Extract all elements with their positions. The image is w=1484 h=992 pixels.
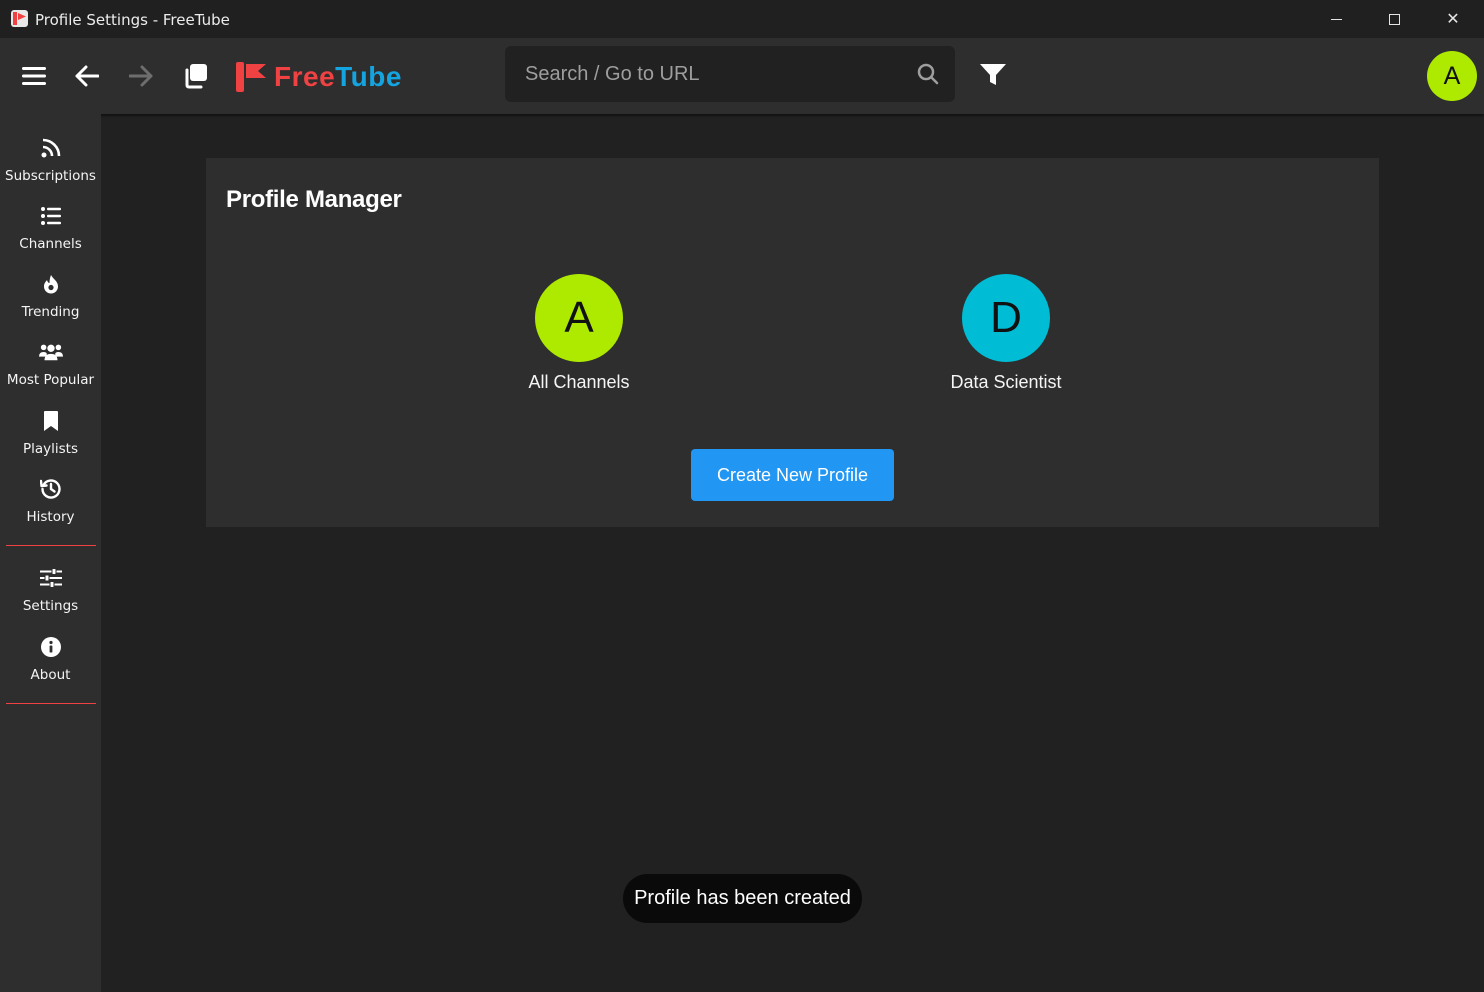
search-icon[interactable] <box>917 63 939 85</box>
arrow-left-icon <box>75 65 99 87</box>
sidebar-item-history[interactable]: History <box>0 467 101 531</box>
profile-avatar-button[interactable]: A <box>1427 51 1477 101</box>
logo-text-tube: Tube <box>335 61 402 92</box>
create-new-profile-button[interactable]: Create New Profile <box>691 449 894 501</box>
sidebar-item-trending[interactable]: Trending <box>0 262 101 326</box>
info-icon <box>39 635 63 659</box>
minimize-icon <box>1330 18 1342 20</box>
logo-text-free: Free <box>274 61 336 92</box>
hamburger-icon <box>22 67 46 85</box>
freetube-logo[interactable]: FreeTube <box>234 60 402 94</box>
toast-message: Profile has been created <box>634 887 851 909</box>
fire-icon <box>39 272 63 296</box>
profile-all-channels[interactable]: A All Channels <box>479 274 679 393</box>
profile-name: All Channels <box>528 372 630 392</box>
toast-notification[interactable]: Profile has been created <box>623 874 862 923</box>
users-icon <box>38 340 63 364</box>
sidebar-divider <box>6 545 96 546</box>
page-title: Profile Manager <box>226 186 402 213</box>
sidebar-item-label: Playlists <box>22 441 78 457</box>
avatar-letter: A <box>564 293 594 342</box>
sidebar-item-label: Most Popular <box>6 372 95 388</box>
sidebar-item-label: About <box>30 667 71 683</box>
bookmark-icon <box>39 409 63 433</box>
sidebar-item-settings[interactable]: Settings <box>0 556 101 620</box>
close-button[interactable]: ✕ <box>1424 0 1482 38</box>
close-icon: ✕ <box>1446 11 1460 28</box>
back-button[interactable] <box>73 62 101 90</box>
sidebar-item-most-popular[interactable]: Most Popular <box>0 330 101 394</box>
sidebar-item-label: History <box>26 509 75 525</box>
rss-icon <box>39 136 63 160</box>
sidebar-item-playlists[interactable]: Playlists <box>0 399 101 463</box>
sidebar-item-label: Trending <box>21 304 80 320</box>
menu-toggle-button[interactable] <box>20 62 48 90</box>
search-input[interactable] <box>525 46 905 102</box>
sidebar-item-channels[interactable]: Channels <box>0 194 101 258</box>
sidebar-item-about[interactable]: About <box>0 625 101 689</box>
avatar-letter: A <box>1443 61 1461 90</box>
maximize-button[interactable] <box>1365 0 1423 38</box>
profile-manager-card: Profile Manager A All Channels D Data Sc… <box>206 158 1379 527</box>
sidebar-item-label: Subscriptions <box>5 168 96 184</box>
search-box <box>505 46 955 102</box>
profile-data-scientist[interactable]: D Data Scientist <box>906 274 1106 393</box>
forward-button[interactable] <box>127 62 155 90</box>
freetube-logo-icon <box>234 62 266 92</box>
clone-icon <box>185 64 207 89</box>
minimize-button[interactable] <box>1307 0 1365 38</box>
sidebar-divider <box>6 703 96 704</box>
freetube-app-icon <box>11 10 28 27</box>
sidebar-item-label: Settings <box>22 598 79 614</box>
filter-icon[interactable] <box>978 62 1008 88</box>
list-icon <box>39 204 63 228</box>
window-title: Profile Settings - FreeTube <box>35 11 230 29</box>
avatar[interactable]: D <box>962 274 1050 362</box>
sidebar-item-label: Channels <box>19 236 82 252</box>
title-bar: Profile Settings - FreeTube ✕ <box>0 0 1484 38</box>
sidebar: Subscriptions Channels Trending Most Pop… <box>0 114 101 992</box>
maximize-icon <box>1388 13 1400 25</box>
top-nav: FreeTube A <box>0 38 1484 114</box>
sidebar-item-subscriptions[interactable]: Subscriptions <box>0 126 101 190</box>
app-window: Profile Settings - FreeTube ✕ FreeTube A <box>0 0 1484 992</box>
arrow-right-icon <box>129 65 153 87</box>
new-window-button[interactable] <box>180 61 210 91</box>
history-icon <box>39 477 63 501</box>
sliders-icon <box>39 566 63 590</box>
avatar-letter: D <box>990 293 1022 342</box>
profile-name: Data Scientist <box>950 372 1062 392</box>
avatar[interactable]: A <box>535 274 623 362</box>
